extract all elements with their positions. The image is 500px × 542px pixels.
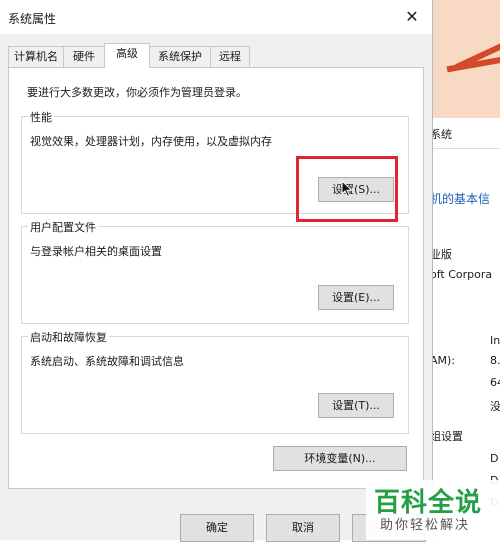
background-system-window: 系统 机的基本信 业版 oft Corpora AM): In 8. 64 没 … (430, 0, 500, 540)
performance-description: 视觉效果，处理器计划，内存使用，以及虚拟内存 (30, 135, 272, 148)
ok-button[interactable]: 确定 (180, 514, 254, 542)
startup-recovery-title: 启动和故障恢复 (28, 329, 109, 345)
bg-text-system: 系统 (430, 128, 452, 141)
background-banner (430, 0, 500, 118)
startup-recovery-group: 启动和故障恢复 系统启动、系统故障和调试信息 设置(T)... (21, 329, 409, 434)
dialog-title: 系统属性 (8, 12, 57, 26)
tab-computer-name[interactable]: 计算机名 (8, 46, 64, 67)
bg-text-processor: In (490, 334, 500, 347)
tab-system-protection[interactable]: 系统保护 (149, 46, 211, 67)
bg-text-d1: D (490, 452, 499, 465)
user-profiles-group: 用户配置文件 与登录帐户相关的桌面设置 设置(E)... (21, 219, 409, 324)
admin-note: 要进行大多数更改，你必须作为管理员登录。 (27, 86, 247, 99)
close-icon[interactable]: ✕ (402, 7, 422, 27)
watermark-subtitle: 助你轻松解决 (380, 518, 471, 533)
system-properties-dialog: 系统属性 ✕ 计算机名 硬件 高级 系统保护 远程 要进行大多数更改，你必须作为… (0, 0, 433, 542)
environment-variables-button[interactable]: 环境变量(N)... (273, 446, 407, 471)
mouse-cursor-icon (341, 180, 353, 198)
bg-text-basic-info: 机的基本信 (430, 192, 491, 206)
user-profiles-title: 用户配置文件 (28, 219, 98, 235)
bg-text-ram: AM): (430, 354, 456, 367)
tab-hardware[interactable]: 硬件 (63, 46, 105, 67)
startup-recovery-settings-button[interactable]: 设置(T)... (318, 393, 394, 418)
bg-text-workgroup-settings: 组设置 (430, 430, 463, 443)
title-bar[interactable]: 系统属性 ✕ (0, 0, 432, 34)
tab-advanced[interactable]: 高级 (104, 43, 150, 68)
user-profiles-description: 与登录帐户相关的桌面设置 (30, 245, 162, 258)
bg-text-memory-value: 8. (490, 354, 500, 367)
cancel-button[interactable]: 取消 (266, 514, 340, 542)
advanced-tab-panel: 要进行大多数更改，你必须作为管理员登录。 性能 视觉效果，处理器计划，内存使用，… (8, 67, 424, 489)
startup-recovery-description: 系统启动、系统故障和调试信息 (30, 355, 184, 368)
watermark: 百科全说 助你轻松解决 (366, 480, 500, 540)
bg-text-system-type: 64 (490, 376, 500, 389)
bg-text-edition: 业版 (430, 248, 452, 261)
bg-text-pen: 没 (490, 400, 500, 413)
tab-remote[interactable]: 远程 (210, 46, 250, 67)
bg-text-corporation: oft Corpora (430, 268, 493, 281)
user-profiles-settings-button[interactable]: 设置(E)... (318, 285, 394, 310)
performance-title: 性能 (28, 109, 54, 125)
